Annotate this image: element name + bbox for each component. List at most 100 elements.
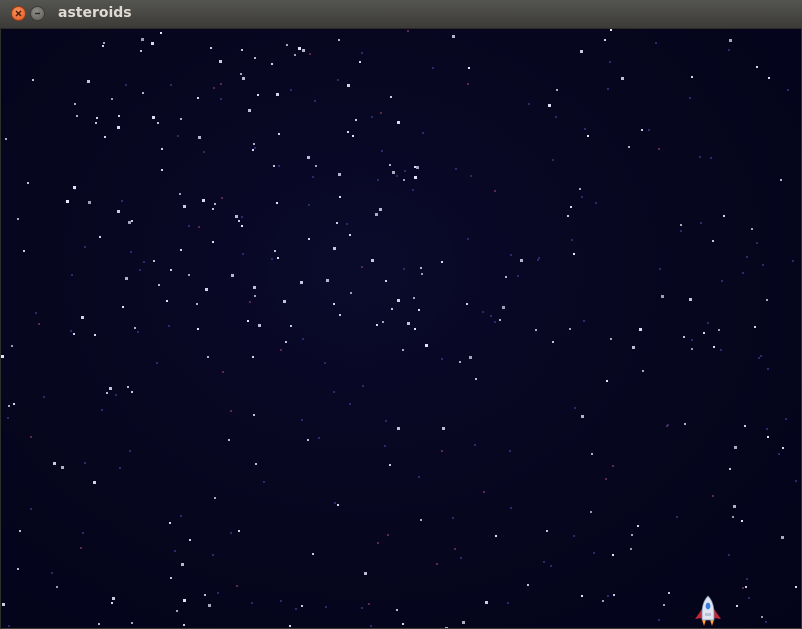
- dim-star: [170, 84, 172, 86]
- dim-star: [346, 223, 348, 225]
- star: [355, 119, 357, 121]
- star: [253, 414, 255, 416]
- star: [283, 300, 286, 303]
- star: [254, 57, 256, 59]
- dim-star: [361, 607, 363, 609]
- dim-star: [454, 548, 456, 550]
- star: [128, 221, 131, 224]
- star: [212, 208, 214, 210]
- dim-star: [129, 450, 131, 452]
- star: [630, 548, 632, 550]
- star: [389, 164, 391, 166]
- star: [371, 259, 374, 262]
- star: [102, 45, 104, 47]
- star: [204, 594, 206, 596]
- dim-star: [510, 507, 512, 509]
- star: [425, 344, 428, 347]
- star: [689, 298, 692, 301]
- star: [602, 600, 604, 602]
- dim-star: [707, 322, 709, 324]
- dim-star: [188, 225, 190, 227]
- dim-star: [689, 97, 691, 99]
- rocket-ship-icon[interactable]: [693, 595, 723, 627]
- dim-star: [659, 268, 661, 270]
- star: [176, 610, 178, 612]
- dim-star: [177, 135, 179, 137]
- dim-star: [552, 159, 554, 161]
- dim-star: [441, 450, 443, 452]
- dim-star: [236, 585, 238, 587]
- dim-star: [766, 428, 768, 430]
- title-bar[interactable]: asteroids: [0, 0, 802, 29]
- dim-star: [43, 396, 45, 398]
- dim-star: [203, 151, 205, 153]
- dim-star: [510, 254, 512, 256]
- dim-star: [543, 561, 545, 563]
- star: [403, 179, 405, 181]
- dim-star: [762, 264, 764, 266]
- dim-star: [263, 481, 265, 483]
- dim-star: [368, 603, 370, 605]
- dim-star: [792, 260, 794, 262]
- star: [452, 35, 455, 38]
- dim-star: [119, 467, 121, 469]
- star: [535, 329, 537, 331]
- star: [420, 519, 422, 521]
- dim-star: [8, 625, 10, 627]
- game-window: asteroids: [0, 0, 802, 629]
- star: [117, 126, 120, 129]
- dim-star: [362, 385, 364, 387]
- star: [298, 47, 301, 50]
- star: [125, 277, 128, 280]
- star: [235, 215, 238, 218]
- star: [733, 505, 736, 508]
- dim-star: [699, 156, 701, 158]
- star: [333, 303, 335, 305]
- star: [691, 76, 693, 78]
- dim-star: [605, 478, 607, 480]
- star: [441, 261, 443, 263]
- dim-star: [490, 315, 492, 317]
- dim-star: [385, 420, 387, 422]
- star: [570, 206, 572, 208]
- dim-star: [361, 266, 363, 268]
- star: [93, 481, 96, 484]
- star: [312, 553, 314, 555]
- star: [197, 328, 199, 330]
- dim-star: [436, 563, 438, 565]
- window-title: asteroids: [58, 5, 132, 21]
- game-canvas[interactable]: [1, 29, 801, 628]
- dim-star: [230, 410, 232, 412]
- star: [767, 436, 769, 438]
- close-button[interactable]: [11, 6, 26, 21]
- star: [73, 333, 75, 335]
- dim-star: [470, 175, 472, 177]
- star: [642, 370, 644, 372]
- star: [277, 257, 279, 259]
- minimize-button[interactable]: [30, 6, 45, 21]
- star: [88, 201, 91, 204]
- star: [302, 49, 305, 52]
- dim-star: [121, 200, 123, 202]
- dim-star: [139, 269, 141, 271]
- window-border-left: [0, 29, 1, 629]
- star: [782, 447, 784, 449]
- dim-star: [35, 312, 37, 314]
- star: [196, 303, 198, 305]
- star: [248, 109, 251, 112]
- starfield: [1, 29, 797, 628]
- dim-star: [760, 355, 762, 357]
- dim-star: [787, 89, 789, 91]
- dim-star: [517, 275, 519, 277]
- dim-star: [528, 103, 530, 105]
- star: [590, 511, 592, 513]
- dim-star: [156, 362, 158, 364]
- dim-star: [249, 301, 251, 303]
- dim-star: [143, 261, 145, 263]
- dim-star: [71, 274, 73, 276]
- dim-star: [467, 83, 469, 85]
- star: [140, 50, 142, 52]
- dim-star: [370, 625, 372, 627]
- star: [238, 530, 240, 532]
- dim-star: [308, 204, 310, 206]
